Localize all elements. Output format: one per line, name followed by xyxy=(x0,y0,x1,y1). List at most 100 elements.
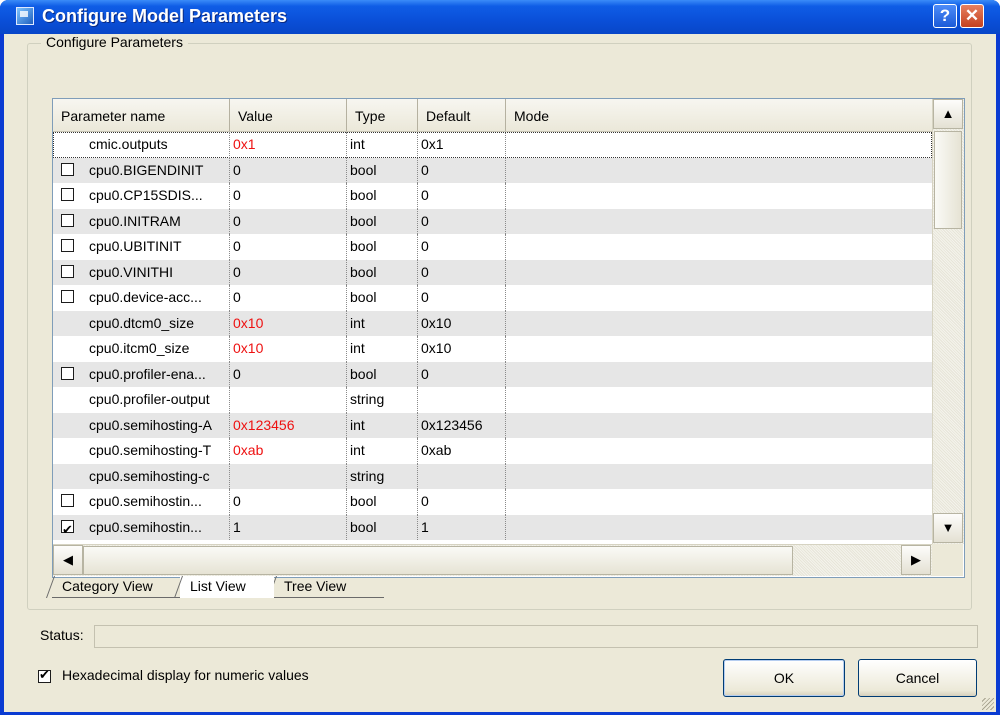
horizontal-scrollbar[interactable]: ◀ ▶ xyxy=(53,544,932,576)
value-cell[interactable]: 0x123456 xyxy=(230,412,347,438)
parameter-name-text: cpu0.profiler-ena... xyxy=(89,365,206,382)
table-row[interactable]: cpu0.semihostin... 1bool1 xyxy=(53,514,932,540)
table-row[interactable]: cpu0.dtcm0_size 0x10 int 0x10 xyxy=(53,310,932,336)
tab-category-view[interactable]: Category View xyxy=(52,576,180,598)
resize-grip-icon[interactable] xyxy=(982,698,994,710)
mode-cell xyxy=(506,413,932,439)
value-cell[interactable]: 0x1 xyxy=(230,132,347,158)
header-parameter-name[interactable]: Parameter name xyxy=(53,99,230,131)
list-header: Parameter name Value Type Default Mode xyxy=(53,99,932,132)
vertical-scrollbar[interactable]: ▲ ▼ xyxy=(932,99,964,544)
row-checkbox[interactable] xyxy=(61,264,74,278)
scroll-down-button[interactable]: ▼ xyxy=(933,513,963,543)
parameter-name-cell: cpu0.semihosting-c xyxy=(53,463,230,489)
parameter-name-text: cpu0.device-acc... xyxy=(89,289,202,305)
scroll-up-button[interactable]: ▲ xyxy=(933,99,963,129)
scroll-left-button[interactable]: ◀ xyxy=(53,545,83,575)
mode-cell xyxy=(506,362,932,388)
status-label: Status: xyxy=(40,627,84,643)
value-cell[interactable]: 0 xyxy=(230,489,347,515)
parameter-name-text: cpu0.CP15SDIS... xyxy=(89,187,203,203)
value-cell[interactable]: 1 xyxy=(230,514,347,540)
table-row[interactable]: cpu0.UBITINIT 0 bool 0 xyxy=(53,234,932,260)
value-cell[interactable]: 0 xyxy=(230,259,347,285)
table-row[interactable]: cpu0.semihostin... 0 bool 0 xyxy=(53,489,932,515)
value-cell[interactable]: 0x10 xyxy=(230,336,347,362)
table-row[interactable]: cpu0.BIGENDINIT 0 bool 0 xyxy=(53,157,932,183)
header-default[interactable]: Default xyxy=(418,99,506,131)
cancel-button[interactable]: Cancel xyxy=(858,659,977,697)
default-cell: 0 xyxy=(418,157,506,183)
close-button[interactable]: ✕ xyxy=(960,4,984,28)
table-row[interactable]: cpu0.semihosting-A 0x123456 int 0x123456 xyxy=(53,412,932,439)
value-cell[interactable]: 0 xyxy=(230,183,347,209)
parameter-name-text: cpu0.semihosting-A xyxy=(89,416,212,433)
tab-list-view[interactable]: List View xyxy=(180,576,274,598)
parameter-name-text: cpu0.itcm0_size xyxy=(89,340,190,356)
parameter-name-cell: cpu0.semihosting-A xyxy=(53,412,230,438)
parameter-name-cell: cpu0.VINITHI xyxy=(53,259,230,285)
table-row[interactable]: cpu0.profiler-output string xyxy=(53,387,932,413)
mode-cell xyxy=(506,336,932,362)
table-row[interactable]: cpu0.semihosting-c string xyxy=(53,463,932,489)
default-cell: 0 xyxy=(418,489,506,515)
value-cell[interactable]: 0 xyxy=(230,361,347,387)
hexadecimal-label[interactable]: Hexadecimal display for numeric values xyxy=(62,667,309,683)
value-cell[interactable]: 0 xyxy=(230,285,347,311)
scroll-right-button[interactable]: ▶ xyxy=(901,545,931,575)
value-cell[interactable]: 0 xyxy=(230,157,347,183)
header-type[interactable]: Type xyxy=(347,99,418,131)
default-cell xyxy=(418,463,506,489)
table-row[interactable]: cmic.outputs 0x1 int 0x1 xyxy=(53,132,932,158)
table-row[interactable]: cpu0.VINITHI 0 bool 0 xyxy=(53,259,932,285)
parameter-name-text: cpu0.profiler-output xyxy=(89,391,210,407)
value-cell[interactable]: 0 xyxy=(230,234,347,260)
type-cell: string xyxy=(347,387,418,413)
table-row[interactable]: cpu0.profiler-ena... 0 bool 0 xyxy=(53,361,932,388)
help-button[interactable]: ? xyxy=(933,4,957,28)
title-bar[interactable]: Configure Model Parameters ? ✕ xyxy=(0,0,1000,34)
table-row[interactable]: cpu0.semihosting-T 0xab int 0xab xyxy=(53,438,932,464)
tab-tree-view[interactable]: Tree View xyxy=(274,576,384,598)
parameter-name-cell: cpu0.profiler-output xyxy=(53,387,230,413)
parameter-list: Parameter name Value Type Default Mode c… xyxy=(52,98,965,578)
row-checkbox[interactable] xyxy=(61,517,74,540)
parameter-name-text: cpu0.semihostin... xyxy=(89,493,202,509)
parameter-name-cell: cpu0.CP15SDIS... xyxy=(53,183,230,209)
parameter-name-cell: cpu0.dtcm0_size xyxy=(53,310,230,336)
value-cell[interactable] xyxy=(230,463,347,489)
row-checkbox[interactable] xyxy=(61,290,74,303)
ok-button[interactable]: OK xyxy=(723,659,845,697)
parameter-name-text: cpu0.VINITHI xyxy=(89,263,174,280)
table-row[interactable]: cpu0.itcm0_size 0x10 int 0x10 xyxy=(53,336,932,362)
row-checkbox[interactable] xyxy=(61,494,74,507)
row-checkbox[interactable] xyxy=(61,188,74,201)
type-cell: bool xyxy=(347,514,418,540)
parameter-name-text: cpu0.semihosting-T xyxy=(89,442,212,458)
table-row[interactable]: cpu0.INITRAM 0 bool 0 xyxy=(53,208,932,234)
value-cell[interactable]: 0x10 xyxy=(230,310,347,336)
parameter-name-cell: cpu0.itcm0_size xyxy=(53,336,230,362)
parameter-name-text: cpu0.semihosting-c xyxy=(89,467,210,484)
table-row[interactable]: cpu0.CP15SDIS... 0 bool 0 xyxy=(53,183,932,209)
horizontal-scroll-thumb[interactable] xyxy=(83,546,793,575)
vertical-scroll-thumb[interactable] xyxy=(934,131,962,229)
header-mode[interactable]: Mode xyxy=(506,99,932,131)
header-value[interactable]: Value xyxy=(230,99,347,131)
parameter-name-cell: cpu0.semihostin... xyxy=(53,489,230,515)
value-cell[interactable]: 0xab xyxy=(230,438,347,464)
scroll-corner xyxy=(932,544,963,576)
row-checkbox[interactable] xyxy=(61,162,74,176)
row-checkbox[interactable] xyxy=(61,239,74,252)
value-cell[interactable] xyxy=(230,387,347,413)
table-row[interactable]: cpu0.device-acc... 0 bool 0 xyxy=(53,285,932,311)
row-checkbox[interactable] xyxy=(61,366,74,380)
hexadecimal-checkbox[interactable] xyxy=(38,667,51,683)
mode-cell xyxy=(506,489,932,515)
mode-cell xyxy=(506,387,932,413)
type-cell: bool xyxy=(347,259,418,285)
row-checkbox[interactable] xyxy=(61,213,74,227)
type-cell: string xyxy=(347,463,418,489)
parameter-name-text: cpu0.dtcm0_size xyxy=(89,314,195,331)
value-cell[interactable]: 0 xyxy=(230,208,347,234)
